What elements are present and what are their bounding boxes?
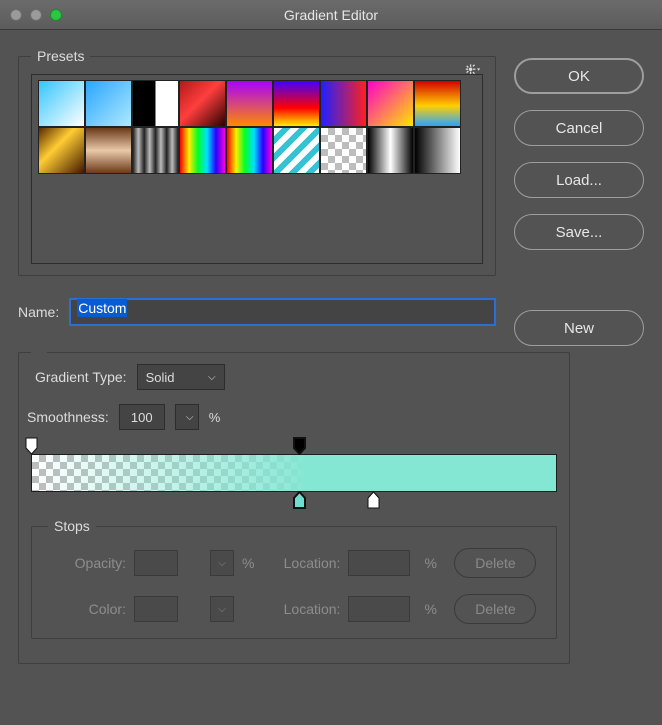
name-label: Name: bbox=[18, 304, 59, 320]
preset-swatch[interactable] bbox=[320, 80, 367, 127]
gradient-definition-panel: . Gradient Type: Solid ⌵ Smoothness: 100… bbox=[18, 344, 570, 664]
smoothness-label: Smoothness: bbox=[27, 409, 109, 425]
ok-button[interactable]: OK bbox=[514, 58, 644, 94]
cancel-button[interactable]: Cancel bbox=[514, 110, 644, 146]
stops-legend: Stops bbox=[48, 518, 96, 534]
load-button[interactable]: Load... bbox=[514, 162, 644, 198]
save-button[interactable]: Save... bbox=[514, 214, 644, 250]
color-dropdown[interactable]: ⌵ bbox=[210, 596, 234, 622]
preset-swatch[interactable] bbox=[85, 127, 132, 174]
minimize-window-button[interactable] bbox=[30, 9, 42, 21]
titlebar: Gradient Editor bbox=[0, 0, 662, 30]
zoom-window-button[interactable] bbox=[50, 9, 62, 21]
gradient-type-select[interactable]: Solid ⌵ bbox=[137, 364, 225, 390]
preset-swatch[interactable] bbox=[367, 80, 414, 127]
smoothness-units-dropdown[interactable]: ⌵ bbox=[175, 404, 199, 430]
color-stop[interactable] bbox=[366, 491, 381, 511]
preset-swatch[interactable] bbox=[414, 80, 461, 127]
preset-swatch[interactable] bbox=[367, 127, 414, 174]
color-location-label: Location: bbox=[262, 601, 342, 617]
preset-swatch[interactable] bbox=[85, 80, 132, 127]
gradient-bar[interactable] bbox=[31, 454, 557, 492]
preset-swatch[interactable] bbox=[226, 127, 273, 174]
stops-panel: Stops Opacity: ⌵ % Location: % Delete Co… bbox=[31, 518, 557, 639]
preset-swatch[interactable] bbox=[226, 80, 273, 127]
gradient-preview bbox=[32, 455, 556, 491]
preset-swatch[interactable] bbox=[320, 127, 367, 174]
percent-label: % bbox=[424, 601, 448, 617]
color-swatch-button[interactable] bbox=[134, 596, 178, 622]
opacity-dropdown[interactable]: ⌵ bbox=[210, 550, 234, 576]
close-window-button[interactable] bbox=[10, 9, 22, 21]
opacity-label: Opacity: bbox=[48, 555, 128, 571]
color-location-input[interactable] bbox=[348, 596, 410, 622]
name-input-value: Custom bbox=[77, 299, 127, 317]
new-button[interactable]: New bbox=[514, 310, 644, 346]
opacity-stop-delete-button[interactable]: Delete bbox=[454, 548, 536, 578]
percent-label: % bbox=[424, 555, 448, 571]
window-controls bbox=[10, 9, 62, 21]
gradient-type-value: Solid bbox=[146, 370, 175, 385]
opacity-stop[interactable] bbox=[24, 435, 39, 455]
color-stop[interactable] bbox=[292, 491, 307, 511]
color-label: Color: bbox=[48, 601, 128, 617]
presets-menu-button[interactable] bbox=[465, 62, 481, 81]
smoothness-input[interactable]: 100 bbox=[119, 404, 165, 430]
presets-swatch-grid bbox=[31, 74, 483, 264]
window-title: Gradient Editor bbox=[0, 7, 662, 23]
presets-legend: Presets bbox=[31, 48, 90, 64]
color-stop-delete-button[interactable]: Delete bbox=[454, 594, 536, 624]
opacity-stop[interactable] bbox=[292, 435, 307, 455]
percent-label: % bbox=[209, 410, 221, 425]
smoothness-value: 100 bbox=[131, 410, 153, 425]
name-input[interactable]: Custom bbox=[69, 298, 496, 326]
presets-panel: Presets bbox=[18, 48, 496, 276]
opacity-location-label: Location: bbox=[262, 555, 342, 571]
preset-swatch[interactable] bbox=[273, 80, 320, 127]
preset-swatch[interactable] bbox=[132, 127, 179, 174]
preset-swatch[interactable] bbox=[179, 80, 226, 127]
preset-swatch[interactable] bbox=[38, 80, 85, 127]
opacity-location-input[interactable] bbox=[348, 550, 410, 576]
preset-swatch[interactable] bbox=[273, 127, 320, 174]
preset-swatch[interactable] bbox=[179, 127, 226, 174]
chevron-down-icon: ⌵ bbox=[208, 372, 216, 383]
percent-label: % bbox=[240, 555, 256, 571]
preset-swatch[interactable] bbox=[132, 80, 179, 127]
gradient-type-label: Gradient Type: bbox=[35, 369, 127, 385]
chevron-down-icon: ⌵ bbox=[186, 412, 194, 423]
preset-swatch[interactable] bbox=[38, 127, 85, 174]
preset-swatch[interactable] bbox=[414, 127, 461, 174]
opacity-input[interactable] bbox=[134, 550, 178, 576]
